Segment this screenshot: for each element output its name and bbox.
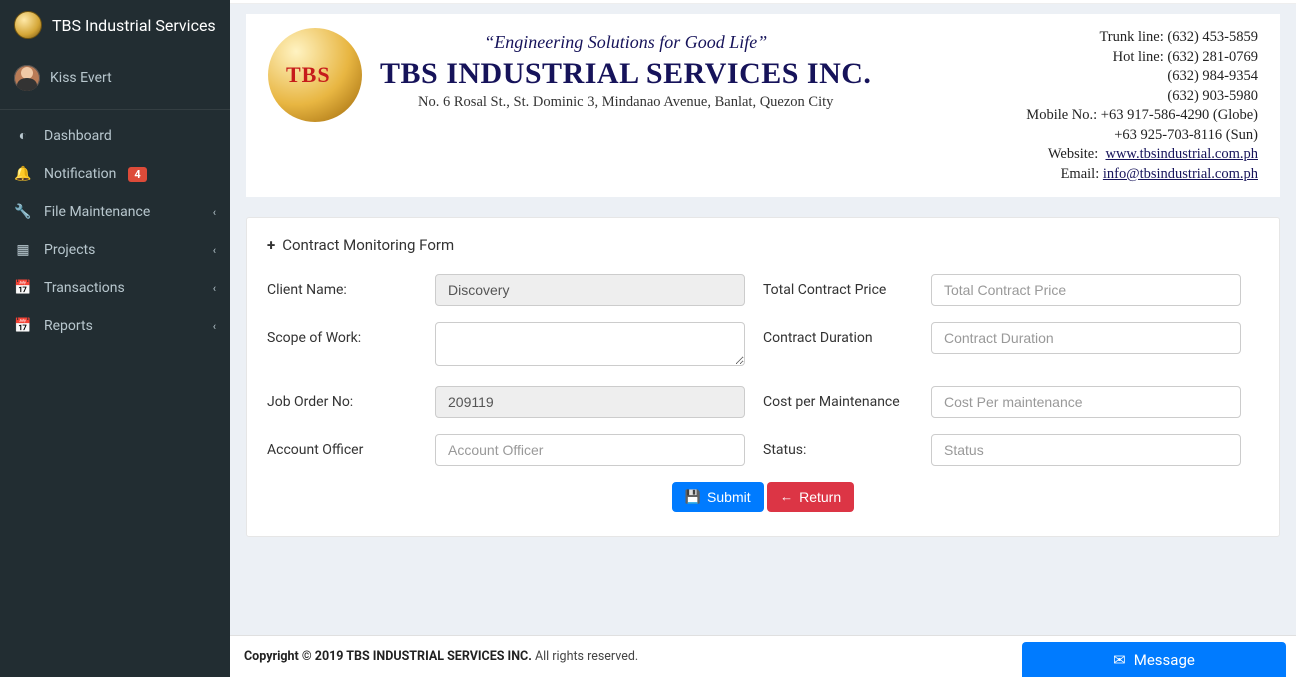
brand: TBS Industrial Services: [0, 0, 230, 50]
submit-button[interactable]: 💾 Submit: [672, 482, 764, 512]
website-line: Website: www.tbsindustrial.com.ph: [1026, 145, 1258, 165]
phone-line-4: (632) 903-5980: [1026, 87, 1258, 107]
sidebar: TBS Industrial Services Kiss Evert ◐ Das…: [0, 0, 230, 677]
header-banner: TBS “Engineering Solutions for Good Life…: [246, 14, 1280, 197]
nav-reports[interactable]: 📅 Reports ‹: [0, 307, 230, 345]
calendar2-icon: 📅: [14, 318, 32, 334]
message-label: Message: [1134, 651, 1195, 669]
main-content: TBS “Engineering Solutions for Good Life…: [230, 0, 1296, 677]
chevron-left-icon: ‹: [213, 282, 216, 295]
duration-input[interactable]: [931, 322, 1241, 354]
globe-logo-icon: TBS: [268, 28, 362, 122]
costmaint-input[interactable]: [931, 386, 1241, 418]
joborder-input: [435, 386, 745, 418]
chevron-left-icon: ‹: [213, 320, 216, 333]
client-name-input: [435, 274, 745, 306]
panel-title-text: Contract Monitoring Form: [282, 236, 454, 254]
avatar: [14, 65, 40, 91]
banner-center: “Engineering Solutions for Good Life” TB…: [380, 28, 871, 111]
email-line: Email: info@tbsindustrial.com.ph: [1026, 165, 1258, 185]
nav-projects-label: Projects: [44, 242, 95, 258]
calendar-icon: 📅: [14, 280, 32, 296]
nav-transactions[interactable]: 📅 Transactions ‹: [0, 269, 230, 307]
company-name: TBS INDUSTRIAL SERVICES INC.: [380, 57, 871, 91]
status-label: Status:: [763, 434, 931, 458]
content-wrap: TBS “Engineering Solutions for Good Life…: [230, 4, 1296, 635]
client-name-label: Client Name:: [267, 274, 435, 298]
brand-logo-icon: [14, 11, 42, 39]
company-address: No. 6 Rosal St., St. Dominic 3, Mindanao…: [380, 94, 871, 111]
duration-label: Contract Duration: [763, 322, 931, 346]
wrench-icon: 🔧: [14, 204, 32, 220]
officer-input[interactable]: [435, 434, 745, 466]
banner-contact: Trunk line: (632) 453-5859 Hot line: (63…: [1026, 28, 1258, 185]
form-actions: 💾 Submit ← Return: [267, 482, 1259, 513]
user-panel[interactable]: Kiss Evert: [0, 50, 230, 110]
form-panel: + Contract Monitoring Form Client Name: …: [246, 217, 1280, 538]
grid-icon: ▦: [14, 242, 32, 258]
total-price-input[interactable]: [931, 274, 1241, 306]
banner-left: TBS “Engineering Solutions for Good Life…: [268, 28, 871, 122]
user-name: Kiss Evert: [50, 70, 112, 86]
joborder-label: Job Order No:: [267, 386, 435, 410]
save-icon: 💾: [685, 489, 701, 505]
nav-notification[interactable]: 🔔 Notification 4: [0, 155, 230, 193]
phone-line-3: (632) 984-9354: [1026, 67, 1258, 87]
costmaint-label: Cost per Maintenance: [763, 386, 931, 410]
scope-input[interactable]: [435, 322, 745, 366]
return-button[interactable]: ← Return: [767, 482, 854, 512]
officer-label: Account Officer: [267, 434, 435, 458]
mobile-line-2: +63 925-703-8116 (Sun): [1026, 126, 1258, 146]
arrow-left-icon: ←: [780, 489, 793, 504]
mobile-line: Mobile No.: +63 917-586-4290 (Globe): [1026, 106, 1258, 126]
dashboard-icon: ◐: [14, 127, 32, 144]
plus-icon: +: [267, 236, 275, 254]
nav-file-maintenance-label: File Maintenance: [44, 204, 150, 220]
hot-line: Hot line: (632) 281-0769: [1026, 48, 1258, 68]
website-link[interactable]: www.tbsindustrial.com.ph: [1105, 146, 1258, 162]
nav-notification-label: Notification: [44, 166, 116, 182]
total-price-label: Total Contract Price: [763, 274, 931, 298]
footer-rights: All rights reserved.: [532, 649, 638, 664]
globe-text: TBS: [286, 62, 331, 88]
scope-label: Scope of Work:: [267, 322, 435, 346]
trunk-line: Trunk line: (632) 453-5859: [1026, 28, 1258, 48]
panel-title: + Contract Monitoring Form: [267, 236, 1259, 254]
brand-title: TBS Industrial Services: [52, 16, 216, 35]
envelope-icon: ✉: [1113, 651, 1126, 669]
nav-projects[interactable]: ▦ Projects ‹: [0, 231, 230, 269]
nav-reports-label: Reports: [44, 318, 93, 334]
footer-copyright: Copyright © 2019 TBS INDUSTRIAL SERVICES…: [244, 649, 532, 664]
tagline: “Engineering Solutions for Good Life”: [380, 32, 871, 53]
email-link[interactable]: info@tbsindustrial.com.ph: [1103, 166, 1258, 182]
bell-icon: 🔔: [14, 166, 32, 182]
nav-dashboard-label: Dashboard: [44, 128, 112, 144]
chevron-left-icon: ‹: [213, 206, 216, 219]
submit-label: Submit: [707, 489, 751, 505]
nav-file-maintenance[interactable]: 🔧 File Maintenance ‹: [0, 193, 230, 231]
return-label: Return: [799, 489, 841, 505]
nav-dashboard[interactable]: ◐ Dashboard: [0, 116, 230, 155]
chevron-left-icon: ‹: [213, 244, 216, 257]
message-button[interactable]: ✉ Message: [1022, 642, 1286, 677]
nav-transactions-label: Transactions: [44, 280, 125, 296]
notification-badge: 4: [128, 167, 146, 182]
status-input[interactable]: [931, 434, 1241, 466]
